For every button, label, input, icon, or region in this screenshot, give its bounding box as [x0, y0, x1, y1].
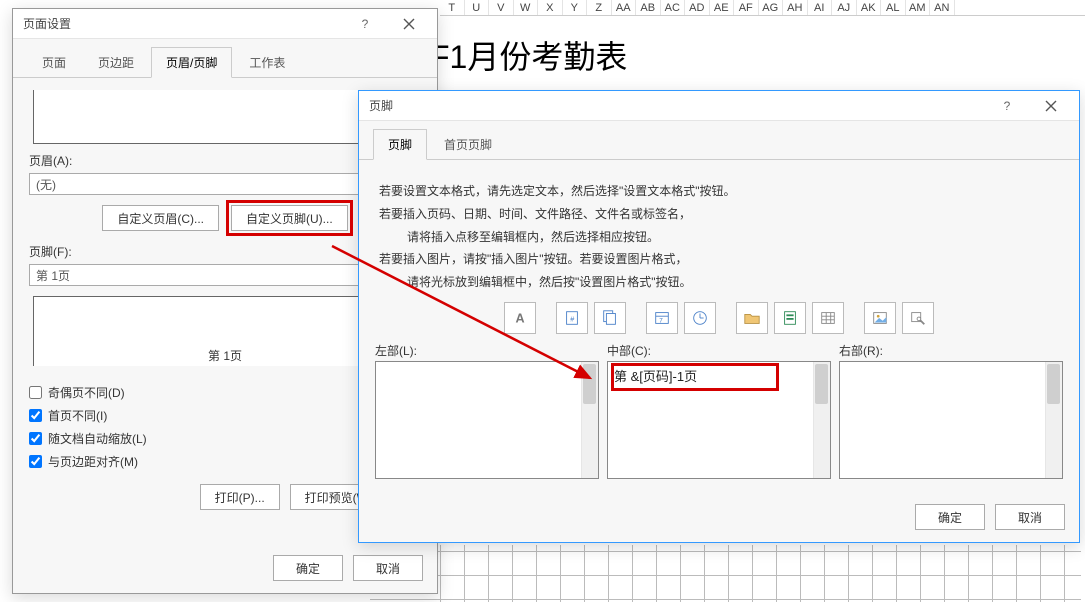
svg-text:#: # — [570, 315, 574, 324]
col-header[interactable]: AD — [685, 0, 710, 15]
cb-odd-even-label: 奇偶页不同(D) — [48, 384, 125, 401]
insert-pagenumber-icon[interactable]: # — [556, 302, 588, 334]
sheet-title-cell: F1月份考勤表 — [430, 32, 627, 78]
cb-scale-label: 随文档自动缩放(L) — [48, 430, 147, 447]
col-header[interactable]: AL — [881, 0, 906, 15]
svg-text:7: 7 — [659, 317, 663, 324]
insert-filename-icon[interactable] — [774, 302, 806, 334]
center-section-input[interactable]: 第 &[页码]-1页 — [607, 361, 831, 479]
col-header[interactable]: AB — [636, 0, 661, 15]
center-section-value: 第 &[页码]-1页 — [614, 369, 697, 384]
footer-preview-text: 第 1页 — [208, 347, 242, 364]
format-picture-icon[interactable] — [902, 302, 934, 334]
col-header[interactable]: X — [538, 0, 563, 15]
column-header-row: T U V W X Y Z AA AB AC AD AE AF AG AH AI… — [440, 0, 1085, 16]
col-header[interactable]: Z — [587, 0, 612, 15]
header-select-value: (无) — [36, 176, 56, 193]
page-setup-titlebar[interactable]: 页面设置 ? — [13, 9, 437, 39]
col-header[interactable]: AI — [808, 0, 833, 15]
col-header[interactable]: Y — [563, 0, 588, 15]
insert-pagecount-icon[interactable] — [594, 302, 626, 334]
cb-align-margin-input[interactable] — [29, 455, 42, 468]
col-header[interactable]: AN — [930, 0, 955, 15]
insert-sheetname-icon[interactable] — [812, 302, 844, 334]
tab-worksheet[interactable]: 工作表 — [234, 47, 300, 77]
footer-select-value: 第 1页 — [36, 267, 70, 284]
help-icon[interactable]: ? — [985, 92, 1029, 120]
text-format-icon[interactable]: A — [504, 302, 536, 334]
footer-dialog: 页脚 ? 页脚 首页页脚 若要设置文本格式，请先选定文本，然后选择"设置文本格式… — [358, 90, 1080, 543]
footer-dialog-title: 页脚 — [369, 97, 985, 114]
insert-date-icon[interactable]: 7 — [646, 302, 678, 334]
insert-time-icon[interactable] — [684, 302, 716, 334]
svg-text:A: A — [516, 311, 525, 325]
tab-first-footer[interactable]: 首页页脚 — [429, 129, 507, 159]
right-section-input[interactable] — [839, 361, 1063, 479]
grid-lower — [370, 545, 1081, 602]
left-section-input[interactable] — [375, 361, 599, 479]
col-header[interactable]: AE — [710, 0, 735, 15]
close-icon[interactable] — [387, 10, 431, 38]
tab-footer[interactable]: 页脚 — [373, 129, 427, 160]
page-setup-title: 页面设置 — [23, 15, 343, 32]
cb-scale-input[interactable] — [29, 432, 42, 445]
col-header[interactable]: AG — [759, 0, 784, 15]
ok-button[interactable]: 确定 — [273, 555, 343, 581]
tab-header-footer[interactable]: 页眉/页脚 — [151, 47, 232, 78]
col-header[interactable]: T — [440, 0, 465, 15]
col-header[interactable]: AJ — [832, 0, 857, 15]
col-header[interactable]: W — [514, 0, 539, 15]
print-button[interactable]: 打印(P)... — [200, 484, 280, 510]
cb-odd-even-input[interactable] — [29, 386, 42, 399]
footer-tabs: 页脚 首页页脚 — [359, 121, 1079, 160]
tab-margin[interactable]: 页边距 — [83, 47, 149, 77]
col-header[interactable]: U — [465, 0, 490, 15]
custom-header-button[interactable]: 自定义页眉(C)... — [102, 205, 219, 231]
right-section-label: 右部(R): — [839, 342, 1063, 359]
scrollbar[interactable] — [1045, 362, 1062, 478]
help-icon[interactable]: ? — [343, 10, 387, 38]
footer-instructions: 若要设置文本格式，请先选定文本，然后选择"设置文本格式"按钮。 若要插入页码、日… — [375, 172, 1063, 296]
custom-footer-button-label: 自定义页脚(U)... — [246, 210, 333, 227]
insert-picture-icon[interactable] — [864, 302, 896, 334]
cb-first-diff-input[interactable] — [29, 409, 42, 422]
col-header[interactable]: AA — [612, 0, 637, 15]
cancel-button[interactable]: 取消 — [995, 504, 1065, 530]
col-header[interactable]: AM — [906, 0, 931, 15]
cb-align-margin-label: 与页边距对齐(M) — [48, 453, 138, 470]
left-section-label: 左部(L): — [375, 342, 599, 359]
col-header[interactable]: V — [489, 0, 514, 15]
col-header[interactable]: AK — [857, 0, 882, 15]
col-header[interactable]: AF — [734, 0, 759, 15]
page-setup-tabs: 页面 页边距 页眉/页脚 工作表 — [13, 39, 437, 78]
col-header[interactable]: AH — [783, 0, 808, 15]
center-section-label: 中部(C): — [607, 342, 831, 359]
insert-filepath-icon[interactable] — [736, 302, 768, 334]
footer-toolbar: A # 7 — [375, 296, 1063, 338]
custom-footer-button[interactable]: 自定义页脚(U)... — [231, 205, 348, 231]
ok-button[interactable]: 确定 — [915, 504, 985, 530]
scrollbar[interactable] — [581, 362, 598, 478]
tab-page[interactable]: 页面 — [27, 47, 81, 77]
cancel-button[interactable]: 取消 — [353, 555, 423, 581]
cb-first-diff-label: 首页不同(I) — [48, 407, 107, 424]
close-icon[interactable] — [1029, 92, 1073, 120]
scrollbar[interactable] — [813, 362, 830, 478]
footer-titlebar[interactable]: 页脚 ? — [359, 91, 1079, 121]
col-header[interactable]: AC — [661, 0, 686, 15]
